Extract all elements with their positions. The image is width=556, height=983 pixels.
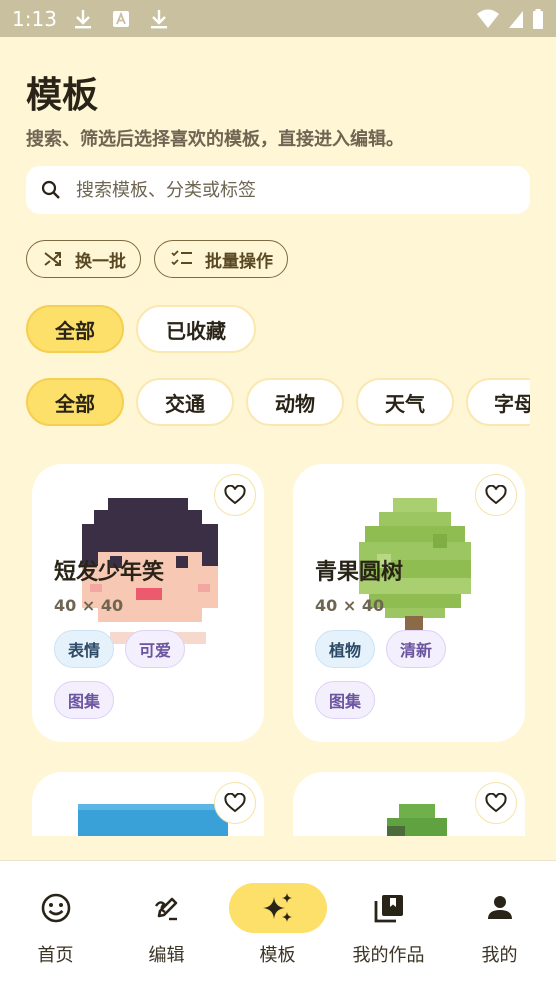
category-chips[interactable]: 全部 交通 动物 天气 字母: [26, 378, 530, 426]
status-bar: 1:13: [0, 0, 556, 37]
category-chip-animals[interactable]: 动物: [246, 378, 344, 426]
category-chip-weather[interactable]: 天气: [356, 378, 454, 426]
search-bar[interactable]: [26, 166, 530, 214]
person-icon: [487, 896, 512, 919]
filter-chip-all[interactable]: 全部: [26, 305, 124, 353]
favorite-button[interactable]: [475, 474, 517, 516]
battery-icon: [533, 8, 543, 29]
download-icon: [150, 9, 167, 28]
filter-chips: 全部 已收藏: [26, 305, 256, 353]
heart-outline-icon: [485, 485, 507, 505]
category-chip-letters[interactable]: 字母: [466, 378, 530, 426]
tag-chip[interactable]: 植物: [315, 630, 376, 668]
collections-icon: [374, 895, 403, 923]
tag-chip[interactable]: 图集: [54, 681, 115, 719]
wifi-icon: [477, 9, 499, 28]
shuffle-icon: [44, 252, 61, 266]
shuffle-button[interactable]: 换一批: [26, 240, 141, 278]
download-icon: [74, 9, 91, 28]
nav-item-templates[interactable]: 模板: [222, 861, 333, 983]
page-subtitle: 搜索、筛选后选择喜欢的模板，直接进入编辑。: [26, 129, 404, 150]
heart-outline-icon: [224, 485, 246, 505]
nav-label: 首页: [37, 945, 74, 966]
nav-item-profile[interactable]: 我的: [444, 861, 555, 983]
template-card[interactable]: [32, 772, 264, 836]
card-title: 短发少年笑: [54, 560, 165, 585]
card-size: 40 × 40: [315, 596, 385, 615]
nav-label: 模板: [259, 945, 296, 966]
smiley-icon: [41, 893, 70, 923]
font-a-icon: [112, 10, 129, 27]
signal-icon: [509, 10, 523, 28]
search-input[interactable]: [76, 179, 496, 201]
card-size: 40 × 40: [54, 596, 124, 615]
nav-label: 编辑: [148, 945, 185, 966]
batch-operation-button[interactable]: 批量操作: [154, 240, 288, 278]
favorite-button[interactable]: [475, 782, 517, 824]
template-card[interactable]: 青果圆树 40 × 40 植物 清新 图集: [293, 464, 525, 742]
tag-chip[interactable]: 可爱: [125, 630, 186, 668]
edit-icon: [154, 897, 177, 921]
pixel-thumbnail: [78, 804, 228, 836]
category-chip-transport[interactable]: 交通: [136, 378, 234, 426]
template-card[interactable]: 短发少年笑 40 × 40 表情 可爱 图集: [32, 464, 264, 742]
heart-outline-icon: [485, 793, 507, 813]
checklist-icon: [171, 250, 192, 266]
sparkle-icon: [262, 893, 292, 922]
nav-item-edit[interactable]: 编辑: [111, 861, 222, 983]
nav-label: 我的: [481, 945, 518, 966]
status-time: 1:13: [12, 6, 57, 31]
nav-item-my-works[interactable]: 我的作品: [333, 861, 444, 983]
favorite-button[interactable]: [214, 474, 256, 516]
shuffle-label: 换一批: [75, 251, 126, 272]
filter-chip-favorited[interactable]: 已收藏: [136, 305, 256, 353]
tag-chip[interactable]: 清新: [386, 630, 447, 668]
nav-item-home[interactable]: 首页: [0, 861, 111, 983]
template-card[interactable]: [293, 772, 525, 836]
favorite-button[interactable]: [214, 782, 256, 824]
nav-label: 我的作品: [352, 945, 425, 966]
category-chip-all[interactable]: 全部: [26, 378, 124, 426]
card-title: 青果圆树: [315, 560, 404, 585]
pixel-thumbnail: [387, 804, 447, 836]
batch-operation-label: 批量操作: [205, 251, 273, 272]
search-icon: [41, 180, 60, 199]
heart-outline-icon: [224, 793, 246, 813]
bottom-navigation: 首页 编辑 模板 我的作品 我的: [0, 860, 556, 983]
page-title: 模板: [26, 75, 99, 116]
tag-chip[interactable]: 表情: [54, 630, 115, 668]
tag-chip[interactable]: 图集: [315, 681, 376, 719]
